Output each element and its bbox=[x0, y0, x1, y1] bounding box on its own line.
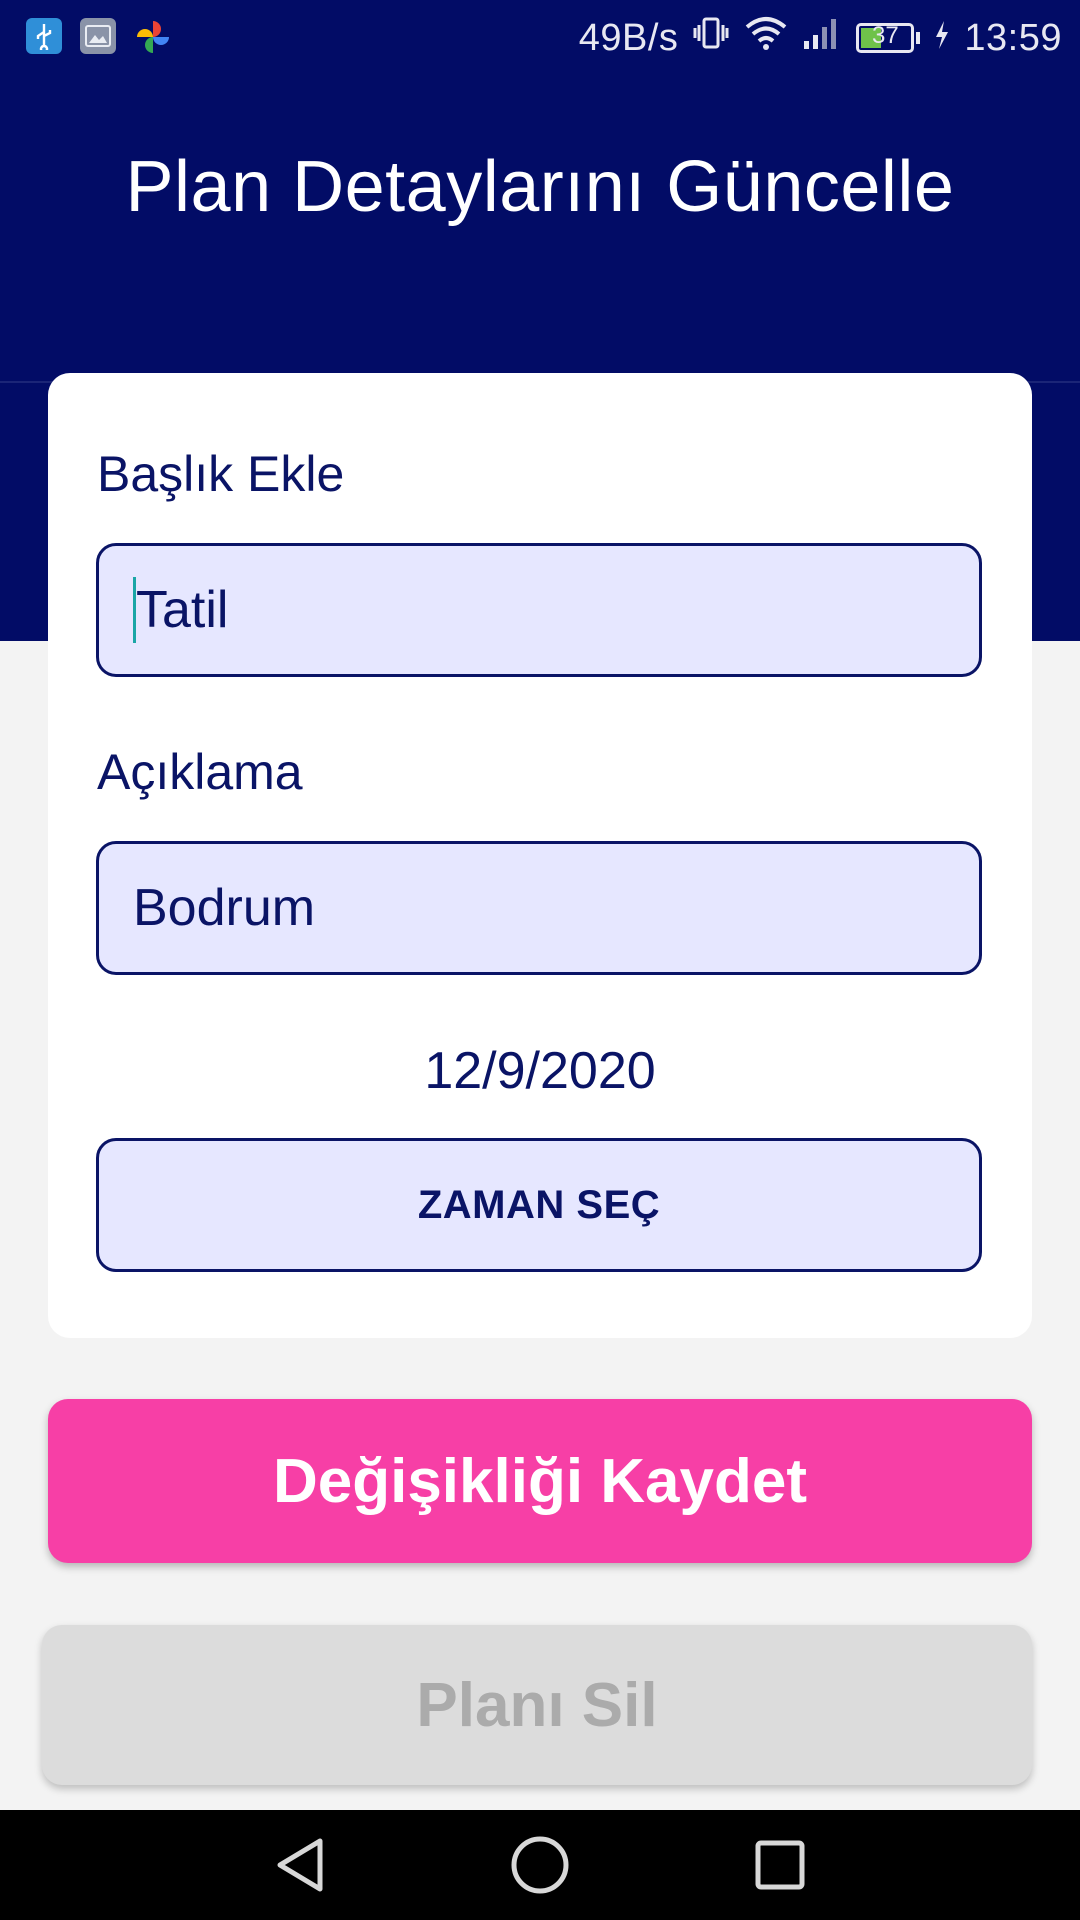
page-title: Plan Detaylarını Güncelle bbox=[125, 147, 955, 227]
navigation-bar bbox=[0, 1810, 1080, 1920]
signal-icon bbox=[802, 15, 842, 61]
status-bar: 49B/s 37 13:59 bbox=[0, 0, 1080, 76]
wifi-icon bbox=[744, 15, 788, 61]
gallery-icon bbox=[80, 18, 116, 54]
network-speed: 49B/s bbox=[578, 16, 679, 59]
select-time-button[interactable]: ZAMAN SEÇ bbox=[96, 1138, 982, 1272]
selected-date: 12/9/2020 bbox=[424, 1042, 656, 1100]
description-input[interactable]: Bodrum bbox=[96, 841, 982, 975]
update-plan-screen: 49B/s 37 13:59 Plan Detaylarını Güncelle… bbox=[0, 0, 1080, 1920]
back-icon[interactable] bbox=[265, 1832, 335, 1898]
vibrate-icon bbox=[692, 14, 730, 62]
title-label: Başlık Ekle bbox=[97, 446, 345, 502]
home-icon[interactable] bbox=[505, 1832, 575, 1898]
title-input[interactable]: Tatil bbox=[96, 543, 982, 677]
description-label: Açıklama bbox=[97, 744, 303, 800]
usb-icon bbox=[26, 18, 62, 54]
clock: 13:59 bbox=[964, 16, 1062, 59]
pinwheel-icon bbox=[134, 18, 172, 56]
title-input-value: Tatil bbox=[136, 581, 229, 639]
system-status: 49B/s 37 13:59 bbox=[579, 14, 1062, 62]
battery-level: 37 bbox=[872, 22, 899, 49]
battery-icon: 37 bbox=[856, 22, 921, 53]
recent-apps-icon[interactable] bbox=[745, 1832, 815, 1898]
save-changes-button[interactable]: Değişikliği Kaydet bbox=[48, 1399, 1032, 1563]
plan-form-card: Başlık Ekle Tatil Açıklama Bodrum 12/9/2… bbox=[48, 373, 1032, 1338]
description-input-value: Bodrum bbox=[133, 879, 316, 937]
notification-icons bbox=[26, 18, 172, 56]
charging-icon bbox=[934, 17, 950, 60]
delete-plan-button[interactable]: Planı Sil bbox=[42, 1625, 1032, 1785]
